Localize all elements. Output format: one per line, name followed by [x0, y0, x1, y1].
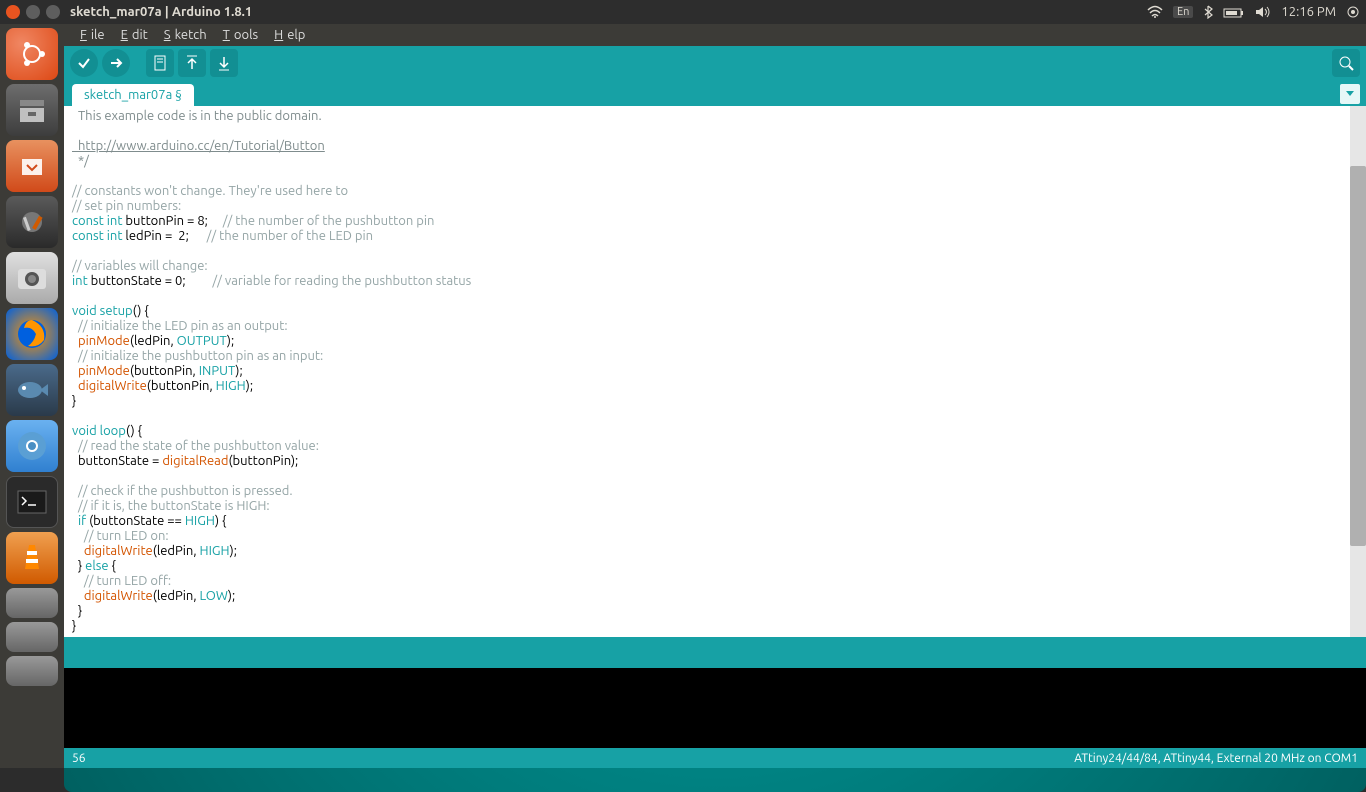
dock-drive-icon[interactable] [6, 656, 58, 686]
dock-chromium-icon[interactable] [6, 420, 58, 472]
window-buttons [6, 5, 60, 19]
dock-drive-icon[interactable] [6, 588, 58, 618]
dock-terminal-icon[interactable] [6, 476, 58, 528]
dock-drive-icon[interactable] [6, 622, 58, 652]
dock-camera-icon[interactable] [6, 252, 58, 304]
window-title: sketch_mar07a | Arduino 1.8.1 [70, 5, 1147, 19]
menu-help[interactable]: Help [266, 28, 309, 42]
editor-area: This example code is in the public domai… [64, 106, 1366, 637]
console-output[interactable] [64, 668, 1366, 748]
verify-button[interactable] [70, 49, 98, 77]
tab-dropdown-button[interactable] [1340, 84, 1360, 104]
dock-settings-icon[interactable] [6, 196, 58, 248]
tab-strip: sketch_mar07a § [64, 81, 1366, 106]
window-close-button[interactable] [6, 5, 20, 19]
status-message [64, 643, 1366, 668]
battery-icon[interactable] [1223, 5, 1245, 19]
system-tray: En 12:16 PM [1147, 5, 1360, 20]
tab-sketch[interactable]: sketch_mar07a § [72, 84, 194, 106]
status-bar: 56 ATtiny24/44/84, ATtiny44, External 20… [64, 748, 1366, 768]
status-board-info: ATtiny24/44/84, ATtiny44, External 20 MH… [1074, 752, 1358, 765]
menu-sketch[interactable]: Sketch [156, 28, 211, 42]
menu-tools[interactable]: Tools [215, 28, 263, 42]
menu-bar: File Edit Sketch Tools Help [64, 24, 1366, 46]
code-editor[interactable]: This example code is in the public domai… [64, 106, 1350, 637]
dock-software-icon[interactable] [6, 140, 58, 192]
toolbar [64, 46, 1366, 81]
gear-icon[interactable] [1346, 5, 1360, 20]
dock-firefox-icon[interactable] [6, 308, 58, 360]
dock-ubuntu-icon[interactable] [6, 28, 58, 80]
upload-button[interactable] [102, 49, 130, 77]
new-button[interactable] [146, 49, 174, 77]
dock-bluefish-icon[interactable] [6, 364, 58, 416]
save-button[interactable] [210, 49, 238, 77]
bluetooth-icon[interactable] [1203, 5, 1213, 20]
menu-edit[interactable]: Edit [113, 28, 152, 42]
scrollbar-thumb[interactable] [1350, 166, 1366, 546]
ubuntu-launcher [0, 24, 64, 768]
clock[interactable]: 12:16 PM [1281, 5, 1336, 19]
dock-files-icon[interactable] [6, 84, 58, 136]
editor-scrollbar[interactable] [1350, 106, 1366, 637]
serial-monitor-button[interactable] [1332, 49, 1360, 77]
window-maximize-button[interactable] [46, 5, 60, 19]
language-indicator[interactable]: En [1173, 6, 1193, 18]
dock-vlc-icon[interactable] [6, 532, 58, 584]
arduino-window: File Edit Sketch Tools Help sketch_mar07… [64, 24, 1366, 768]
open-button[interactable] [178, 49, 206, 77]
ubuntu-top-bar: sketch_mar07a | Arduino 1.8.1 En 12:16 P… [0, 0, 1366, 24]
menu-file[interactable]: File [72, 28, 109, 42]
volume-icon[interactable] [1255, 5, 1271, 20]
window-minimize-button[interactable] [26, 5, 40, 19]
wifi-icon[interactable] [1147, 5, 1163, 20]
status-line-number: 56 [72, 752, 1074, 765]
